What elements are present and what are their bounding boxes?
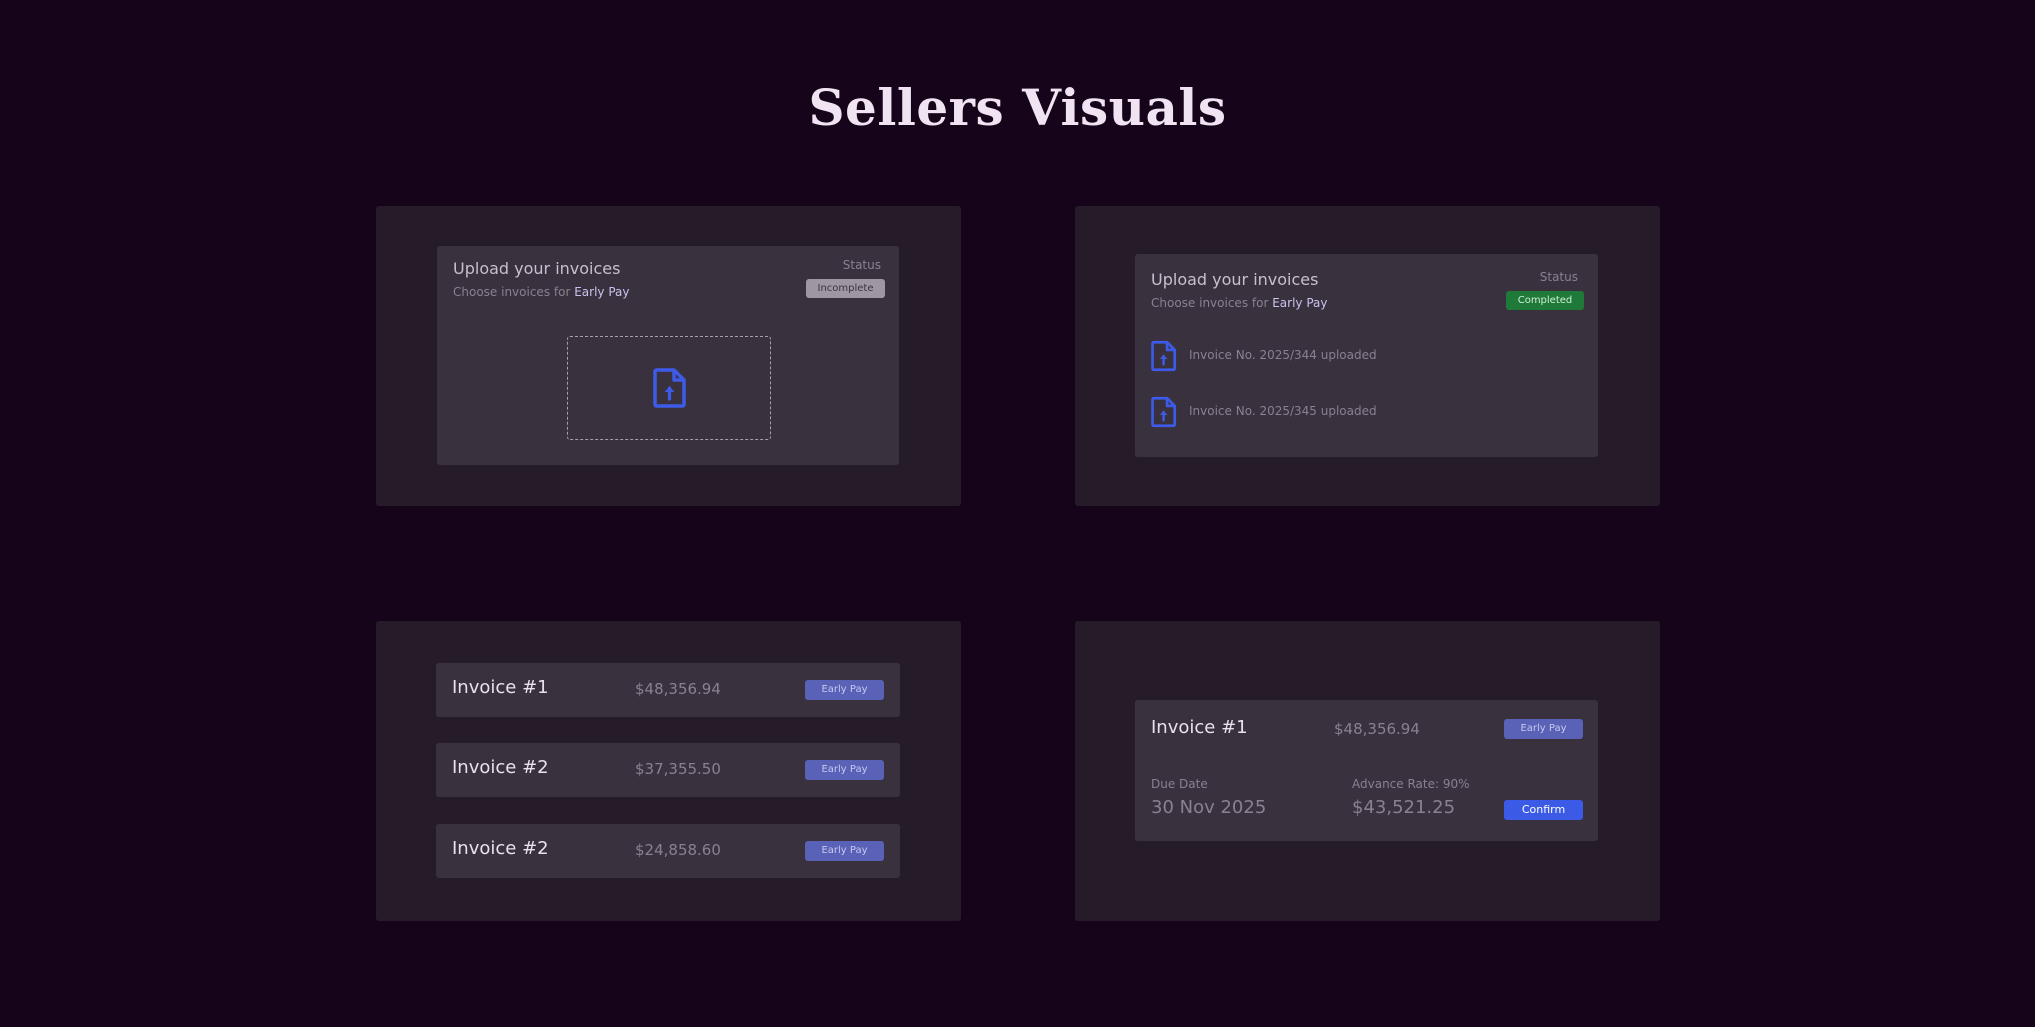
due-date-label: Due Date <box>1151 777 1208 791</box>
subtitle-highlight: Early Pay <box>1272 296 1328 310</box>
invoice-row: Invoice #1 $48,356.94 Early Pay <box>436 663 900 717</box>
status-badge: Incomplete <box>806 279 885 298</box>
early-pay-button[interactable]: Early Pay <box>1504 719 1583 739</box>
upload-card-title: Upload your invoices <box>453 259 621 278</box>
upload-card-subtitle: Choose invoices for Early Pay <box>453 285 630 299</box>
upload-card-subtitle: Choose invoices for Early Pay <box>1151 296 1328 310</box>
file-upload-icon <box>1151 340 1177 372</box>
subtitle-prefix: Choose invoices for <box>453 285 571 299</box>
invoice-name: Invoice #2 <box>452 838 549 859</box>
invoice-row: Invoice #2 $24,858.60 Early Pay <box>436 824 900 878</box>
status-badge: Completed <box>1506 291 1584 310</box>
advance-amount: $43,521.25 <box>1352 797 1456 818</box>
invoice-amount: $48,356.94 <box>1334 720 1420 738</box>
invoice-amount: $24,858.60 <box>635 841 721 859</box>
file-upload-icon <box>1151 396 1177 428</box>
invoice-amount: $48,356.94 <box>635 680 721 698</box>
subtitle-highlight: Early Pay <box>574 285 630 299</box>
upload-incomplete-panel: Upload your invoices Choose invoices for… <box>376 206 961 506</box>
invoice-name: Invoice #2 <box>452 757 549 778</box>
confirm-button[interactable]: Confirm <box>1504 800 1583 820</box>
invoice-name: Invoice #1 <box>1151 717 1248 738</box>
invoice-list-panel: Invoice #1 $48,356.94 Early Pay Invoice … <box>376 621 961 921</box>
page-title: Sellers Visuals <box>808 78 1227 137</box>
status-label: Status <box>1539 270 1578 284</box>
invoice-name: Invoice #1 <box>452 677 549 698</box>
invoice-row: Invoice #2 $37,355.50 Early Pay <box>436 743 900 797</box>
upload-card-title: Upload your invoices <box>1151 270 1319 289</box>
advance-rate-label: Advance Rate: 90% <box>1352 777 1470 791</box>
file-upload-icon <box>653 368 686 408</box>
early-pay-button[interactable]: Early Pay <box>805 841 884 861</box>
upload-completed-panel: Upload your invoices Choose invoices for… <box>1075 206 1660 506</box>
file-dropzone[interactable] <box>567 336 771 440</box>
subtitle-prefix: Choose invoices for <box>1151 296 1269 310</box>
early-pay-button[interactable]: Early Pay <box>805 680 884 700</box>
early-pay-button[interactable]: Early Pay <box>805 760 884 780</box>
uploaded-file-text: Invoice No. 2025/344 uploaded <box>1189 348 1377 362</box>
uploaded-file-text: Invoice No. 2025/345 uploaded <box>1189 404 1377 418</box>
invoice-amount: $37,355.50 <box>635 760 721 778</box>
upload-card: Upload your invoices Choose invoices for… <box>1135 254 1598 457</box>
invoice-detail-card: Invoice #1 $48,356.94 Early Pay Due Date… <box>1135 700 1598 841</box>
due-date-value: 30 Nov 2025 <box>1151 797 1267 818</box>
status-label: Status <box>842 258 881 272</box>
invoice-detail-panel: Invoice #1 $48,356.94 Early Pay Due Date… <box>1075 621 1660 921</box>
upload-card: Upload your invoices Choose invoices for… <box>437 246 899 465</box>
